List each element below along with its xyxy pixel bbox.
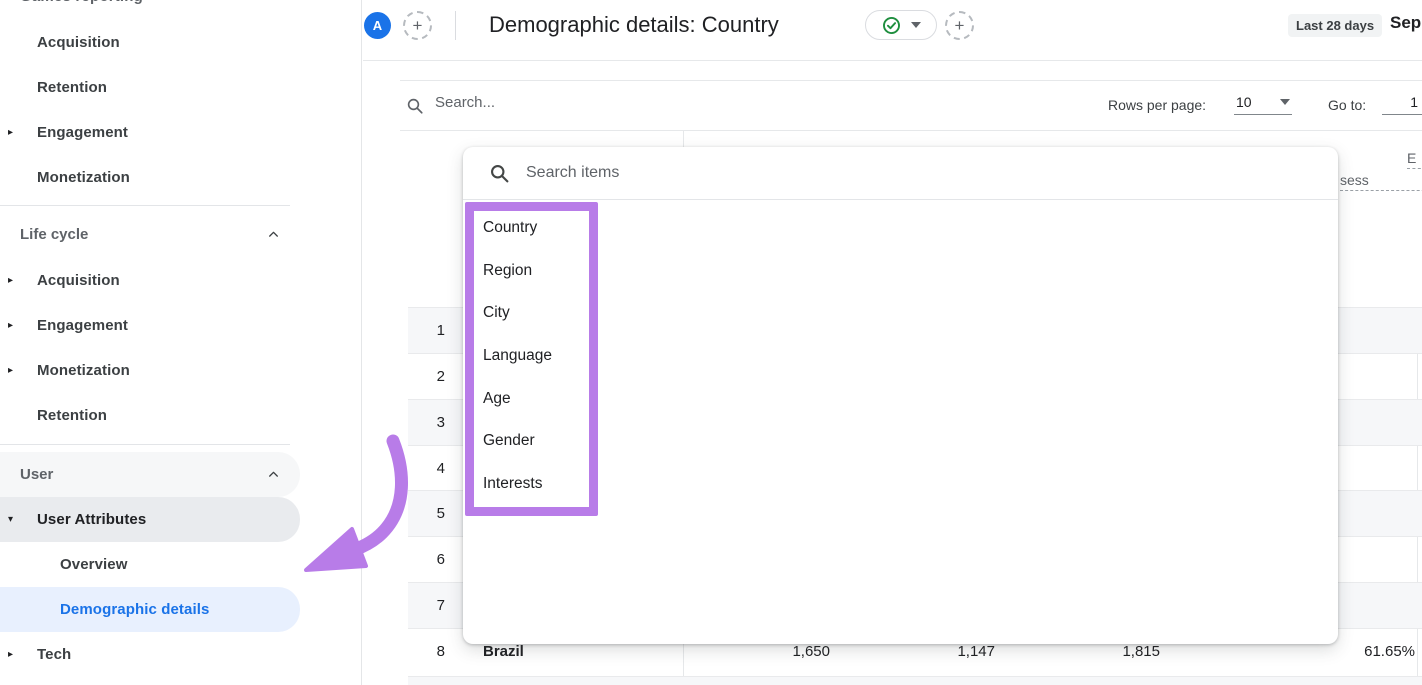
dimension-search-input[interactable] [526, 164, 1126, 182]
section-header-user[interactable]: User [0, 452, 300, 497]
column-header-clipped-line1[interactable]: E [1407, 150, 1422, 169]
sidebar-item-lc-retention[interactable]: Retention [0, 393, 300, 438]
sidebar-item-lc-monetization[interactable]: ▸Monetization [0, 348, 300, 393]
chevron-down-icon [911, 22, 921, 28]
add-report-tab-button[interactable]: + [945, 11, 974, 40]
header-divider [455, 11, 456, 40]
sidebar-item-demographic-details[interactable]: Demographic details [0, 587, 300, 632]
sidebar-item-lc-acquisition[interactable]: ▸Acquisition [0, 258, 300, 303]
sidebar-item-retention[interactable]: Retention [0, 65, 300, 110]
dimension-options-list: Country Region City Language Age Gender … [463, 207, 763, 505]
dimension-picker-dropdown: Country Region City Language Age Gender … [463, 147, 1338, 644]
chevron-down-icon [1280, 99, 1290, 105]
sidebar-divider [0, 205, 290, 206]
table-row-partial [408, 676, 1422, 685]
expand-arrow-icon: ▸ [8, 649, 13, 660]
expand-arrow-icon: ▸ [8, 320, 13, 331]
toolbar-border-top [400, 80, 1422, 81]
option-country[interactable]: Country [463, 207, 763, 250]
sidebar-divider [0, 444, 290, 445]
expand-arrow-icon: ▸ [8, 365, 13, 376]
rows-per-page-label: Rows per page: [1108, 97, 1206, 113]
sidebar-item-acquisition[interactable]: Acquisition [0, 20, 300, 65]
page-title: Demographic details: Country [489, 12, 779, 38]
chevron-up-icon [267, 468, 280, 481]
report-status-menu[interactable] [865, 10, 937, 40]
sidebar-item-lc-engagement[interactable]: ▸Engagement [0, 303, 300, 348]
rows-per-page-select[interactable]: 10 [1234, 92, 1292, 115]
column-header-clipped-line2[interactable]: sess [1340, 172, 1422, 191]
chevron-up-icon [267, 228, 280, 241]
expand-arrow-icon: ▸ [8, 275, 13, 286]
left-navigation-sidebar: Games reporting Acquisition Retention ▸E… [0, 0, 362, 685]
sidebar-item-tech[interactable]: ▸Tech [0, 632, 300, 677]
plus-icon: + [955, 16, 965, 36]
goto-page-input[interactable]: 1 [1382, 92, 1422, 115]
collection-title-clipped: Games reporting [20, 0, 143, 5]
plus-icon: + [413, 16, 423, 36]
check-circle-icon [882, 16, 901, 35]
option-age[interactable]: Age [463, 377, 763, 420]
date-range-start-clipped[interactable]: Sep [1390, 13, 1422, 33]
option-region[interactable]: Region [463, 250, 763, 293]
option-language[interactable]: Language [463, 335, 763, 378]
search-icon [406, 97, 424, 115]
table-search-input[interactable] [435, 94, 735, 111]
date-range-chip[interactable]: Last 28 days [1288, 14, 1382, 37]
option-city[interactable]: City [463, 292, 763, 335]
collapse-arrow-icon: ▾ [8, 514, 13, 525]
option-gender[interactable]: Gender [463, 420, 763, 463]
dimension-search-row[interactable] [463, 147, 1338, 200]
sidebar-item-overview[interactable]: Overview [0, 542, 300, 587]
sidebar-item-monetization[interactable]: Monetization [0, 155, 300, 200]
expand-arrow-icon: ▸ [8, 127, 13, 138]
sidebar-item-user-attributes[interactable]: ▾User Attributes [0, 497, 300, 542]
add-comparison-button[interactable]: + [403, 11, 432, 40]
search-icon [489, 163, 510, 184]
goto-page-label: Go to: [1328, 97, 1366, 113]
metric-cell: 61.65% [1364, 629, 1415, 674]
avatar[interactable]: A [364, 12, 391, 39]
section-header-life-cycle[interactable]: Life cycle [0, 212, 300, 257]
sidebar-item-engagement[interactable]: ▸Engagement [0, 110, 300, 155]
toolbar-border-bottom [400, 130, 1422, 131]
option-interests[interactable]: Interests [463, 463, 763, 506]
